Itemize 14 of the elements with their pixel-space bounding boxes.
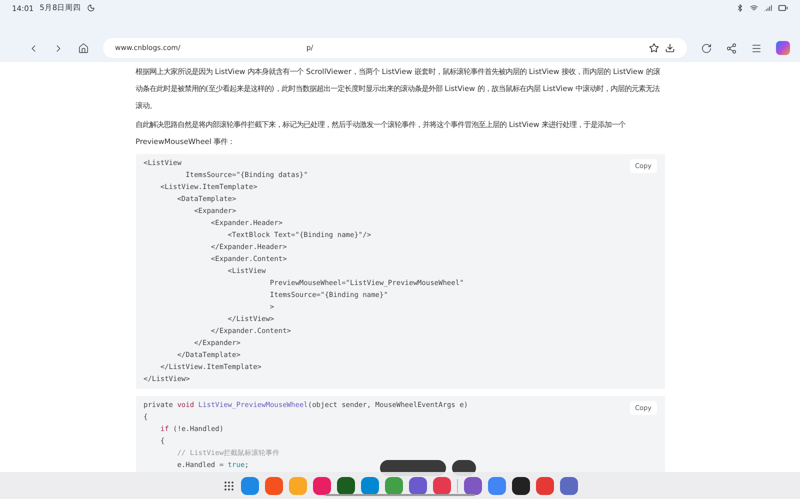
home-button[interactable] [78,42,89,54]
bluetooth-icon [736,4,744,12]
share-button[interactable] [726,42,737,54]
app-icon[interactable] [336,476,354,494]
menu-button[interactable] [751,42,762,54]
signal-icon [764,4,772,12]
app-icon[interactable] [512,476,530,494]
download-icon[interactable] [665,43,675,53]
wifi-icon [750,4,758,12]
reload-button[interactable] [701,42,712,54]
moon-icon [87,4,96,12]
app-drawer-icon[interactable] [222,480,234,492]
star-icon[interactable] [649,43,659,53]
battery-icon [778,3,788,13]
